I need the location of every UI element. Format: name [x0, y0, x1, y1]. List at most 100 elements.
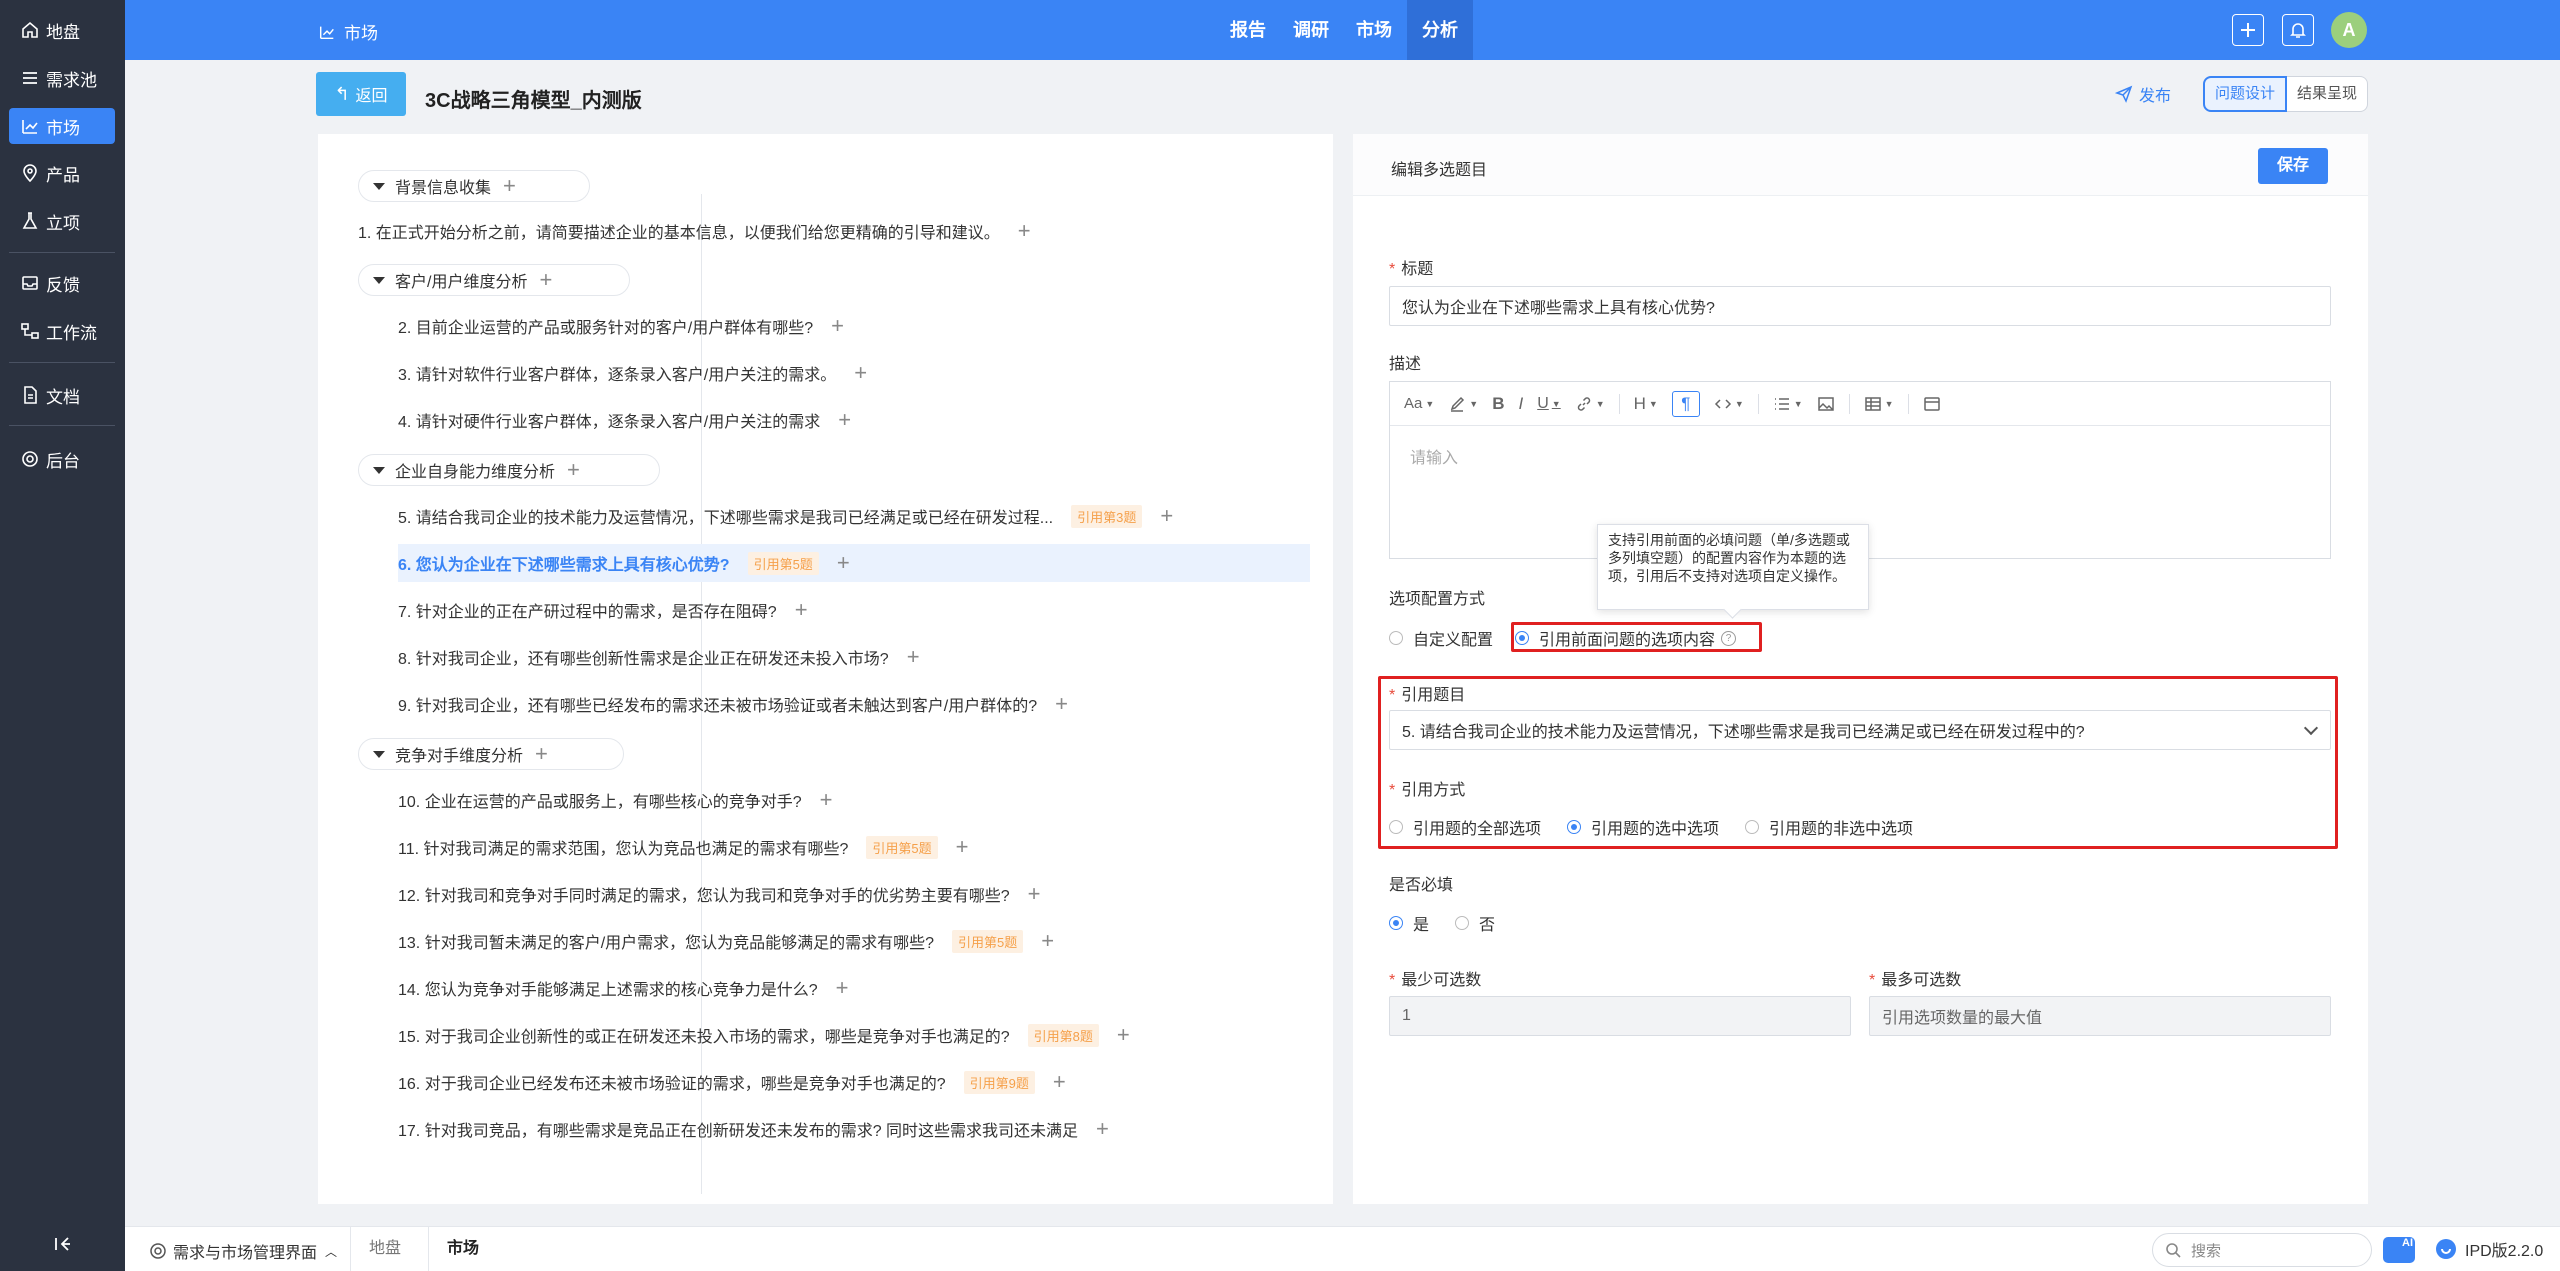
caret-down-icon[interactable] — [373, 750, 385, 758]
add-icon[interactable]: + — [1055, 693, 1068, 715]
question-item[interactable]: 16. 对于我司企业已经发布还未被市场验证的需求，哪些是竞争对手也满足的? 引用第… — [358, 1063, 1066, 1101]
max-select-input[interactable]: 引用选项数量的最大值 — [1869, 996, 2331, 1036]
radio-ref-selected[interactable]: 引用题的选中选项 — [1567, 815, 1719, 839]
radio-required-yes[interactable]: 是 — [1389, 911, 1429, 935]
question-item[interactable]: 1. 在正式开始分析之前，请简要描述企业的基本信息，以便我们给您更精确的引导和建… — [358, 212, 1031, 250]
add-button[interactable] — [2232, 14, 2264, 46]
bottom-tab-market[interactable]: 市场 — [428, 1227, 497, 1271]
ai-chat-button[interactable]: AI — [2383, 1237, 2415, 1263]
group-competitor-analysis[interactable]: 竞争对手维度分析 + — [358, 738, 624, 770]
nav-item-feedback[interactable]: 反馈 — [9, 265, 115, 301]
heading-button[interactable]: H ▼ — [1634, 391, 1658, 417]
paragraph-button[interactable]: ¶ — [1671, 390, 1700, 417]
add-icon[interactable]: + — [836, 977, 849, 999]
question-item-selected[interactable]: 6. 您认为企业在下述哪些需求上具有核心优势? 引用第5题 + — [398, 544, 1310, 582]
radio-circle[interactable] — [1745, 820, 1760, 834]
question-item[interactable]: 10. 企业在运营的产品或服务上，有哪些核心的竞争对手? + — [358, 781, 832, 819]
question-item[interactable]: 15. 对于我司企业创新性的或正在研发还未投入市场的需求，哪些是竞争对手也满足的… — [358, 1016, 1130, 1054]
table-button[interactable]: ▼ — [1864, 391, 1894, 417]
question-item[interactable]: 8. 针对我司企业，还有哪些创新性需求是企业正在研发还未投入市场? + — [358, 638, 920, 676]
search-input[interactable]: 搜索 — [2152, 1233, 2372, 1267]
list-button[interactable]: ▼ — [1773, 391, 1803, 417]
add-icon[interactable]: + — [539, 269, 552, 291]
top-tab-market[interactable]: 市场 — [1346, 0, 1402, 60]
collapse-sidebar-icon[interactable] — [50, 1232, 74, 1256]
radio-custom-config[interactable]: 自定义配置 — [1389, 626, 1493, 650]
link-button[interactable]: ▼ — [1575, 391, 1605, 417]
top-tab-report[interactable]: 报告 — [1220, 0, 1276, 60]
radio-circle[interactable] — [1389, 916, 1403, 930]
radio-required-no[interactable]: 否 — [1455, 911, 1495, 935]
caret-down-icon[interactable] — [373, 466, 385, 474]
add-icon[interactable]: + — [956, 836, 969, 858]
nav-item-documents[interactable]: 文档 — [9, 377, 115, 413]
add-icon[interactable]: + — [1018, 220, 1031, 242]
add-icon[interactable]: + — [907, 646, 920, 668]
question-item[interactable]: 5. 请结合我司企业的技术能力及运营情况，下述哪些需求是我司已经满足或已经在研发… — [358, 497, 1173, 535]
question-item[interactable]: 14. 您认为竞争对手能够满足上述需求的核心竞争力是什么? + — [358, 969, 848, 1007]
add-icon[interactable]: + — [1117, 1024, 1130, 1046]
nav-item-project[interactable]: 立项 — [9, 203, 115, 239]
caret-down-icon[interactable] — [373, 182, 385, 190]
radio-circle[interactable] — [1567, 820, 1582, 834]
avatar[interactable]: A — [2331, 12, 2367, 48]
bottom-tab-home[interactable]: 地盘 — [350, 1227, 419, 1271]
question-item[interactable]: 7. 针对企业的正在产研过程中的需求，是否存在阻碍? + — [358, 591, 808, 629]
caret-down-icon[interactable] — [373, 276, 385, 284]
group-customer-analysis[interactable]: 客户/用户维度分析 + — [358, 264, 630, 296]
italic-button[interactable]: I — [1518, 391, 1523, 417]
add-icon[interactable]: + — [503, 175, 516, 197]
nav-item-home[interactable]: 地盘 — [9, 12, 115, 48]
question-item[interactable]: 13. 针对我司暂未满足的客户/用户需求，您认为竞品能够满足的需求有哪些? 引用第… — [358, 922, 1054, 960]
radio-circle[interactable] — [1389, 820, 1403, 834]
bold-button[interactable]: B — [1492, 391, 1504, 417]
radio-ref-unselected[interactable]: 引用题的非选中选项 — [1745, 815, 1913, 839]
add-icon[interactable]: + — [1160, 505, 1173, 527]
nav-item-workflow[interactable]: 工作流 — [9, 313, 115, 349]
underline-button[interactable]: U ▼ — [1537, 391, 1560, 417]
add-icon[interactable]: + — [1041, 930, 1054, 952]
ref-question-select[interactable]: 5. 请结合我司企业的技术能力及运营情况，下述哪些需求是我司已经满足或已经在研发… — [1389, 710, 2331, 750]
add-icon[interactable]: + — [1096, 1118, 1109, 1140]
highlight-button[interactable]: ▼ — [1448, 391, 1478, 417]
question-item[interactable]: 9. 针对我司企业，还有哪些已经发布的需求还未被市场验证或者未触达到客户/用户群… — [358, 685, 1068, 723]
back-button[interactable]: ↰ 返回 — [316, 72, 406, 116]
question-item[interactable]: 4. 请针对硬件行业客户群体，逐条录入客户/用户关注的需求 + — [358, 401, 851, 439]
add-icon[interactable]: + — [795, 599, 808, 621]
nav-item-admin[interactable]: 后台 — [9, 441, 115, 477]
question-item[interactable]: 17. 针对我司竞品，有哪些需求是竞品正在创新研发还未发布的需求? 同时这些需求… — [358, 1110, 1109, 1148]
tab-result-display[interactable]: 结果呈现 — [2287, 76, 2369, 112]
radio-circle[interactable] — [1455, 916, 1470, 930]
app-switcher[interactable]: 需求与市场管理界面 ︿ — [149, 1239, 337, 1263]
add-icon[interactable]: + — [854, 362, 867, 384]
image-button[interactable] — [1817, 391, 1835, 417]
add-icon[interactable]: + — [535, 743, 548, 765]
add-icon[interactable]: + — [838, 409, 851, 431]
font-size-button[interactable]: Aa ▼ — [1404, 391, 1434, 417]
nav-item-demand-pool[interactable]: 需求池 — [9, 60, 115, 96]
min-select-input[interactable]: 1 — [1389, 996, 1851, 1036]
title-input[interactable]: 您认为企业在下述哪些需求上具有核心优势? — [1389, 286, 2331, 326]
code-button[interactable]: ▼ — [1714, 391, 1744, 417]
save-button[interactable]: 保存 — [2258, 148, 2328, 184]
add-icon[interactable]: + — [1053, 1071, 1066, 1093]
question-item[interactable]: 11. 针对我司满足的需求范围，您认为竞品也满足的需求有哪些? 引用第5题 + — [358, 828, 969, 866]
top-tab-research[interactable]: 调研 — [1283, 0, 1339, 60]
add-icon[interactable]: + — [567, 459, 580, 481]
add-icon[interactable]: + — [831, 315, 844, 337]
nav-item-market[interactable]: 市场 — [9, 108, 115, 144]
question-item[interactable]: 3. 请针对软件行业客户群体，逐条录入客户/用户关注的需求。 + — [358, 354, 867, 392]
radio-circle[interactable] — [1389, 631, 1403, 645]
question-item[interactable]: 2. 目前企业运营的产品或服务针对的客户/用户群体有哪些? + — [358, 307, 844, 345]
add-icon[interactable]: + — [1028, 883, 1041, 905]
add-icon[interactable]: + — [837, 552, 850, 574]
embed-button[interactable] — [1923, 391, 1941, 417]
tab-question-design[interactable]: 问题设计 — [2203, 76, 2288, 112]
nav-item-product[interactable]: 产品 — [9, 155, 115, 191]
add-icon[interactable]: + — [820, 789, 833, 811]
question-item[interactable]: 12. 针对我司和竞争对手同时满足的需求，您认为我司和竞争对手的优劣势主要有哪些… — [358, 875, 1040, 913]
notifications-button[interactable] — [2282, 14, 2314, 46]
group-background-info[interactable]: 背景信息收集 + — [358, 170, 590, 202]
group-enterprise-capability[interactable]: 企业自身能力维度分析 + — [358, 454, 660, 486]
radio-ref-all[interactable]: 引用题的全部选项 — [1389, 815, 1541, 839]
